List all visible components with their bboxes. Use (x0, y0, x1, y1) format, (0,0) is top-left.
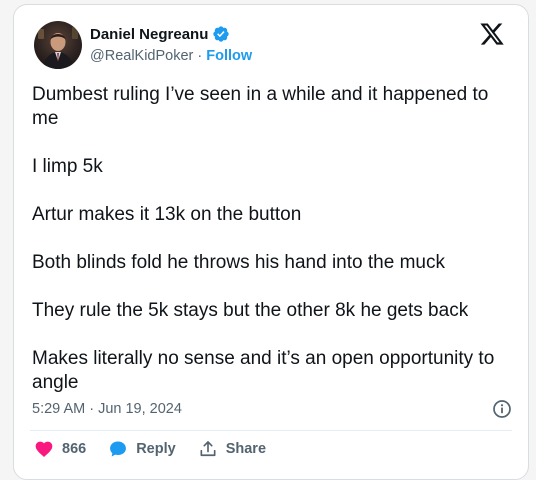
tweet-card: Daniel Negreanu @RealKidPoker · Follow D… (13, 4, 529, 480)
tweet-paragraph: Artur makes it 13k on the button (32, 204, 302, 225)
like-button[interactable]: 866 (34, 439, 86, 459)
share-icon (198, 439, 218, 459)
info-icon[interactable] (492, 399, 512, 419)
author-name[interactable]: Daniel Negreanu (90, 26, 208, 43)
tweet-paragraph: Dumbest ruling I’ve seen in a while and … (32, 84, 489, 129)
share-label: Share (225, 441, 267, 457)
share-button[interactable]: Share (198, 439, 266, 459)
reply-bubble-icon (108, 439, 128, 459)
author-name-row: Daniel Negreanu (90, 25, 230, 43)
tweet-timestamp[interactable]: 5:29 AM · Jun 19, 2024 (32, 401, 182, 417)
heart-icon (34, 439, 54, 459)
like-count: 866 (62, 441, 87, 457)
tweet-paragraph: Both blinds fold he throws his hand into… (32, 252, 445, 273)
divider (30, 430, 512, 431)
reply-button[interactable]: Reply (108, 439, 176, 459)
handle-separator: · (197, 48, 203, 64)
tweet-paragraph: Makes literally no sense and it’s an ope… (32, 348, 495, 393)
action-bar: 866 Reply Share (34, 439, 288, 459)
tweet-text: Dumbest ruling I’ve seen in a while and … (32, 83, 512, 395)
author-handle[interactable]: @RealKidPoker (90, 48, 193, 64)
tweet-paragraph: They rule the 5k stays but the other 8k … (32, 300, 469, 321)
x-logo-icon[interactable] (479, 21, 505, 47)
tweet-paragraph: I limp 5k (32, 156, 103, 177)
follow-button[interactable]: Follow (206, 48, 252, 64)
reply-label: Reply (136, 441, 176, 457)
avatar[interactable] (34, 21, 82, 69)
handle-row: @RealKidPoker · Follow (90, 48, 252, 64)
verified-badge-icon (212, 25, 230, 43)
